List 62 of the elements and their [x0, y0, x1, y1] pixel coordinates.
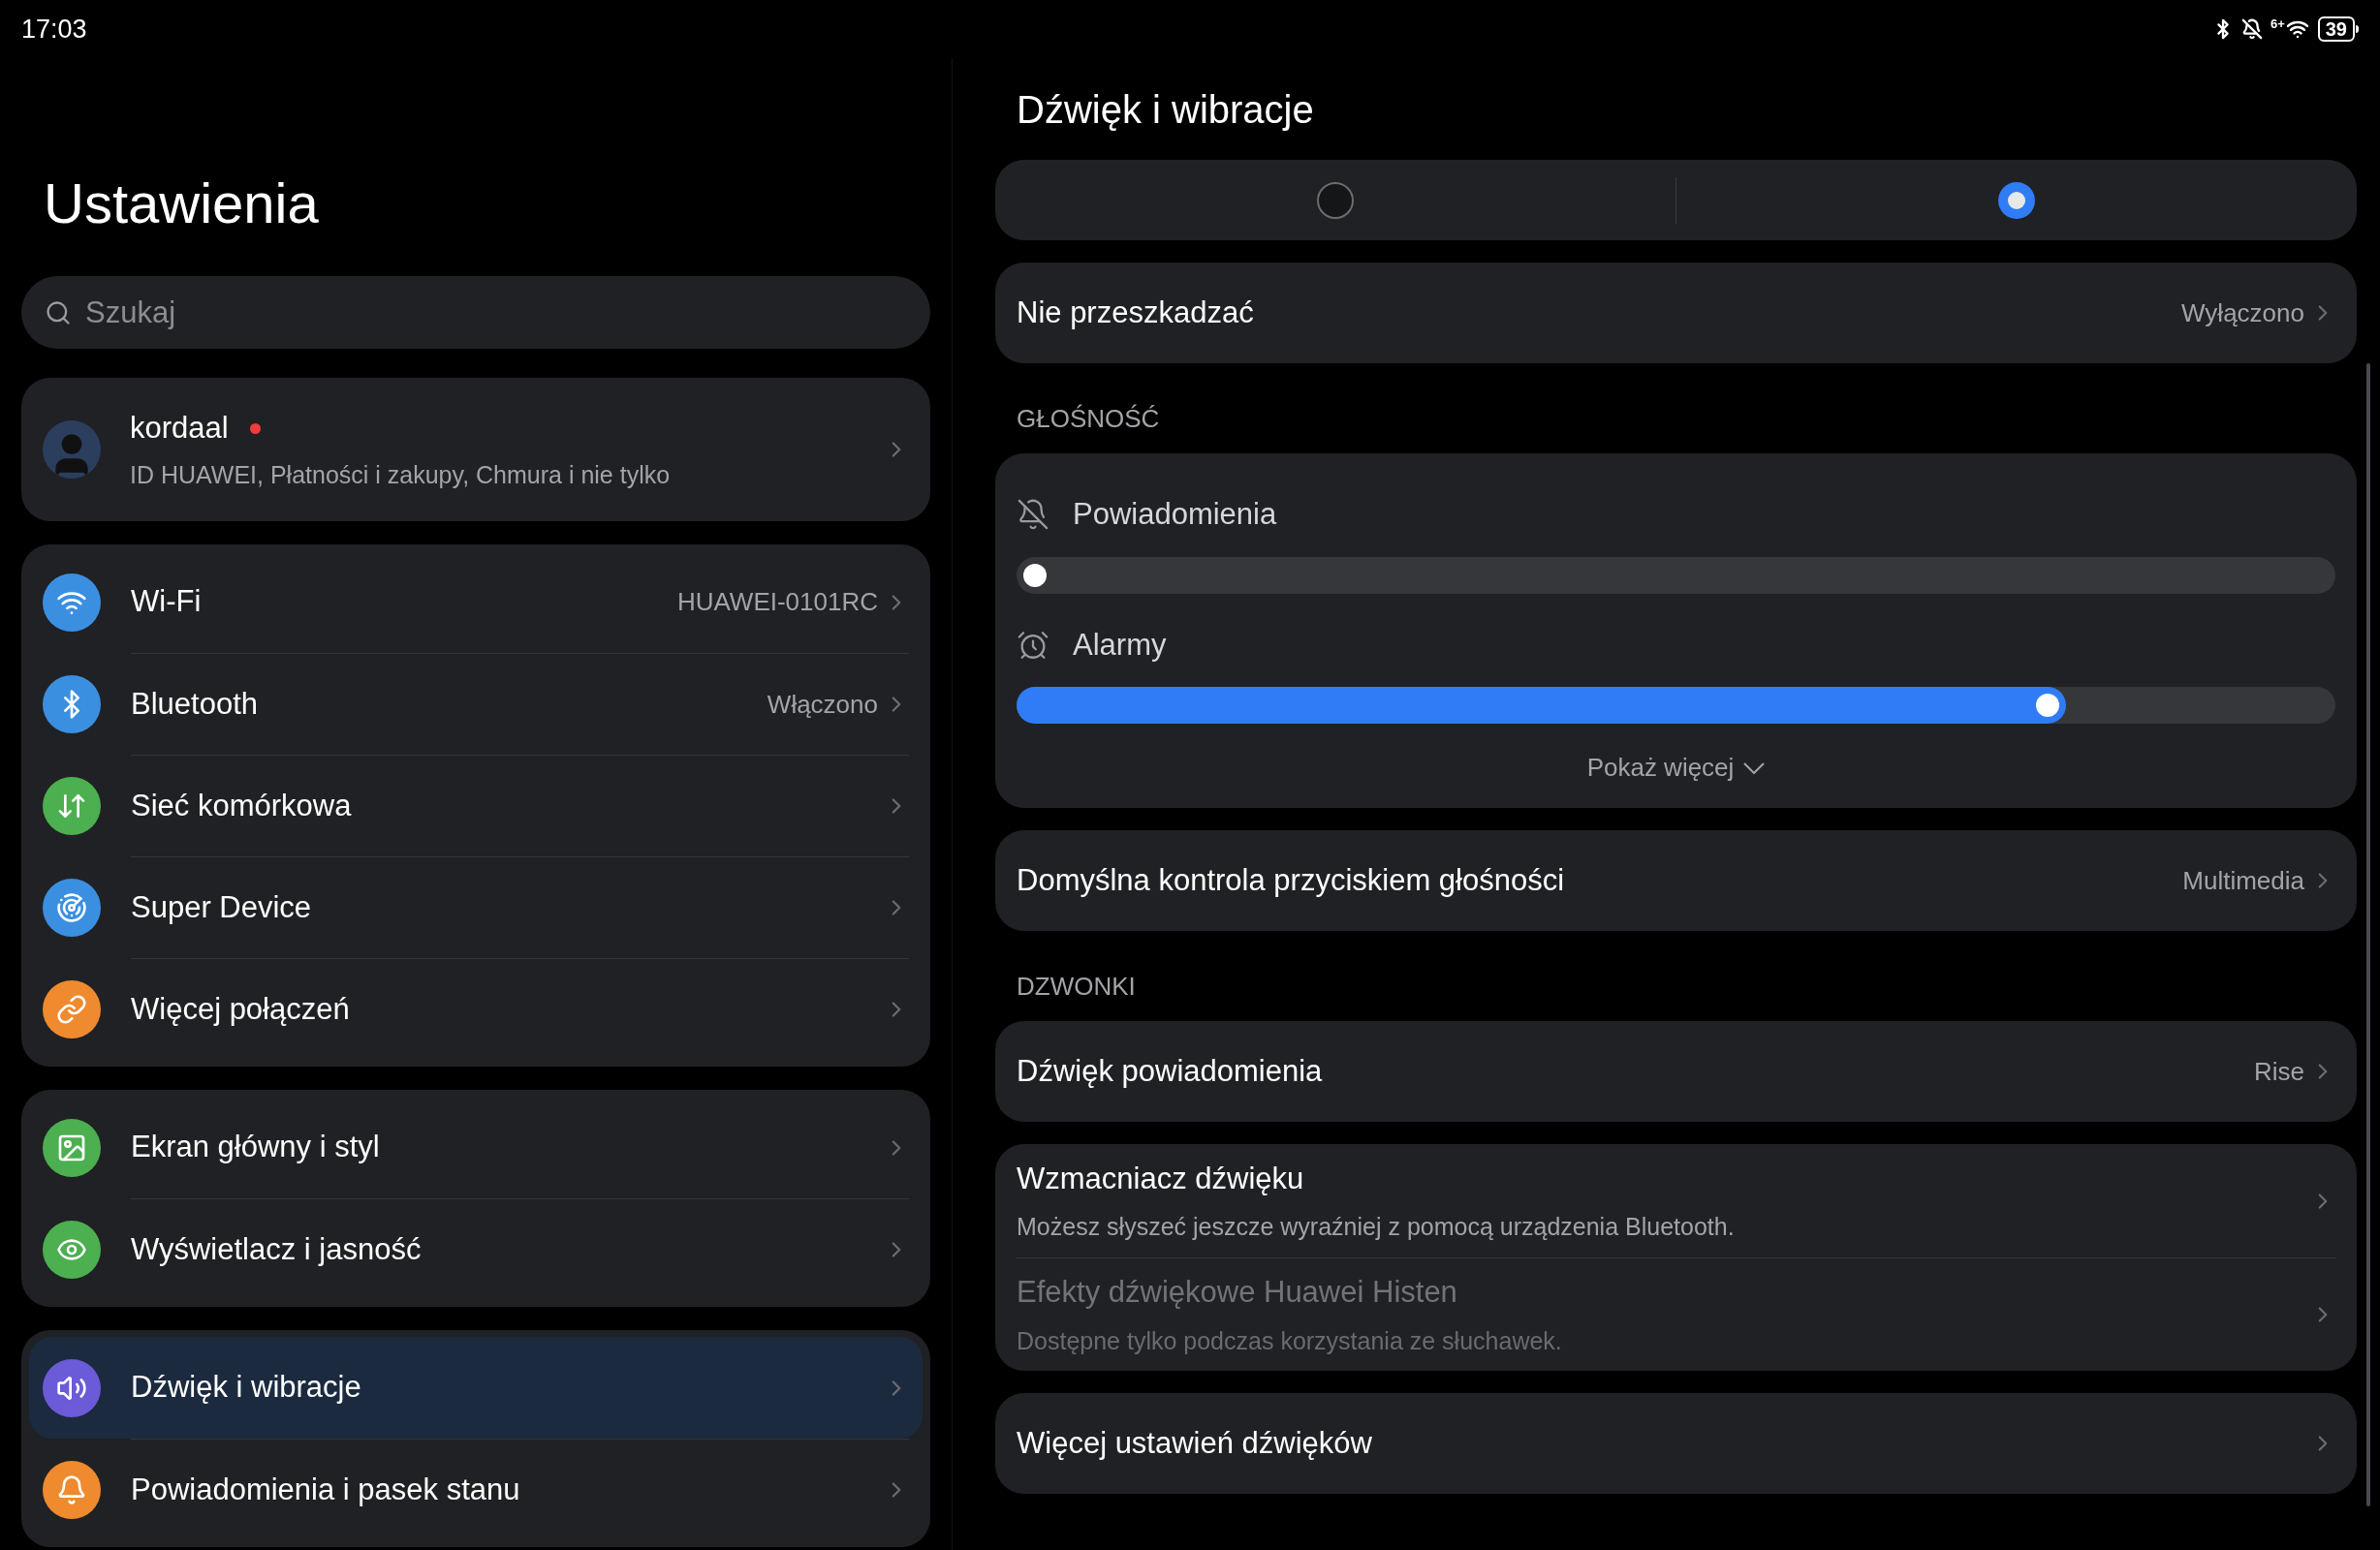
- setting-value: Włączono: [767, 688, 878, 721]
- slider-label: Powiadomienia: [1073, 496, 1277, 533]
- radar-icon: [56, 891, 87, 923]
- avatar-placeholder: [43, 420, 101, 479]
- settings-item[interactable]: Super Device: [29, 856, 923, 958]
- settings-item[interactable]: Dźwięk i wibracje: [29, 1337, 923, 1439]
- page-title: Ustawienia: [43, 170, 320, 236]
- section-header: DZWONKI: [1017, 971, 1137, 1003]
- settings-row[interactable]: Wzmacniacz dźwięku Możesz słyszeć jeszcze wyraźniej z pomocą urządzenia Bluetooth.: [1017, 1144, 2335, 1257]
- volume-slider[interactable]: [1017, 556, 2335, 594]
- row-subtitle: Możesz słyszeć jeszcze wyraźniej z pomocą urządzenia Bluetooth.: [1017, 1212, 1736, 1242]
- search-field[interactable]: Szukaj: [21, 276, 930, 349]
- settings-item[interactable]: Więcej połączeń: [29, 958, 923, 1060]
- radio-button[interactable]: [1317, 181, 1354, 219]
- settings-row[interactable]: Więcej ustawień dźwięków: [1017, 1393, 2335, 1494]
- row-subtitle: Dostępne tylko podczas korzystania ze słuchawek.: [1017, 1325, 1563, 1356]
- row-value: Multimedia: [2182, 864, 2304, 897]
- account-name: kordaal: [130, 410, 229, 447]
- search-icon: [45, 299, 72, 326]
- setting-label: Bluetooth: [131, 685, 259, 723]
- clock-time: 17:03: [21, 13, 87, 46]
- setting-label: Sieć komórkowa: [131, 787, 353, 824]
- link-icon: [56, 993, 87, 1025]
- slider-label: Alarmy: [1073, 626, 1167, 664]
- settings-item[interactable]: Sieć komórkowa: [29, 755, 923, 856]
- settings-item[interactable]: Powiadomienia i pasek stanu: [29, 1439, 923, 1540]
- row-title: Efekty dźwiękowe Huawei Histen: [1017, 1274, 1458, 1311]
- network-type-label: 6+: [2270, 17, 2285, 30]
- setting-value: HUAWEI-0101RC: [676, 586, 878, 618]
- settings-item[interactable]: Bluetooth Włączono: [29, 653, 923, 755]
- account-card[interactable]: kordaal ID HUAWEI, Płatności i zakupy, Chmura i nie tylko: [21, 378, 930, 521]
- row-title: Wzmacniacz dźwięku: [1017, 1160, 1305, 1197]
- row-title: Nie przeszkadzać: [1017, 294, 1255, 331]
- section-header: GŁOŚNOŚĆ: [1017, 403, 1161, 435]
- row-title: Więcej ustawień dźwięków: [1017, 1424, 1373, 1462]
- setting-label: Ekran główny i styl: [131, 1129, 381, 1166]
- bell-icon: [56, 1473, 87, 1505]
- row-value: Wyłączono: [2181, 296, 2304, 329]
- row-title: Domyślna kontrola przyciskiem głośności: [1017, 861, 1566, 899]
- setting-label: Dźwięk i wibracje: [131, 1369, 362, 1407]
- settings-row[interactable]: Nie przeszkadzać Wyłączono: [1017, 263, 2335, 363]
- settings-item[interactable]: Wyświetlacz i jasność: [29, 1198, 923, 1300]
- account-subtitle: ID HUAWEI, Płatności i zakupy, Chmura i nie tylko: [130, 459, 672, 490]
- settings-row[interactable]: Domyślna kontrola przyciskiem głośności Multimedia: [1017, 830, 2335, 931]
- chevron-down-icon: [1743, 761, 1766, 774]
- setting-label: Powiadomienia i pasek stanu: [131, 1471, 521, 1508]
- setting-label: Wyświetlacz i jasność: [131, 1230, 423, 1268]
- row-value: Rise: [2254, 1055, 2304, 1088]
- slider-thumb[interactable]: [1023, 563, 1047, 587]
- settings-item[interactable]: Ekran główny i styl: [29, 1097, 923, 1198]
- bell-muted-icon: [2240, 18, 2263, 40]
- show-more-button[interactable]: Pokaż więcej: [1586, 749, 1766, 787]
- settings-row[interactable]: Dźwięk powiadomienia Rise: [1017, 1021, 2335, 1122]
- section-title: Dźwięk i wibracje: [1017, 87, 1315, 133]
- settings-item[interactable]: Wi-Fi HUAWEI-0101RC: [29, 551, 923, 653]
- setting-label: Super Device: [131, 888, 313, 926]
- setting-label: Więcej połączeń: [131, 990, 351, 1028]
- row-title: Dźwięk powiadomienia: [1017, 1052, 1324, 1090]
- setting-label: Wi-Fi: [131, 583, 203, 621]
- volume-slider[interactable]: [1017, 687, 2335, 724]
- radio-button[interactable]: [1998, 181, 2035, 219]
- battery-level: 39: [2317, 16, 2355, 42]
